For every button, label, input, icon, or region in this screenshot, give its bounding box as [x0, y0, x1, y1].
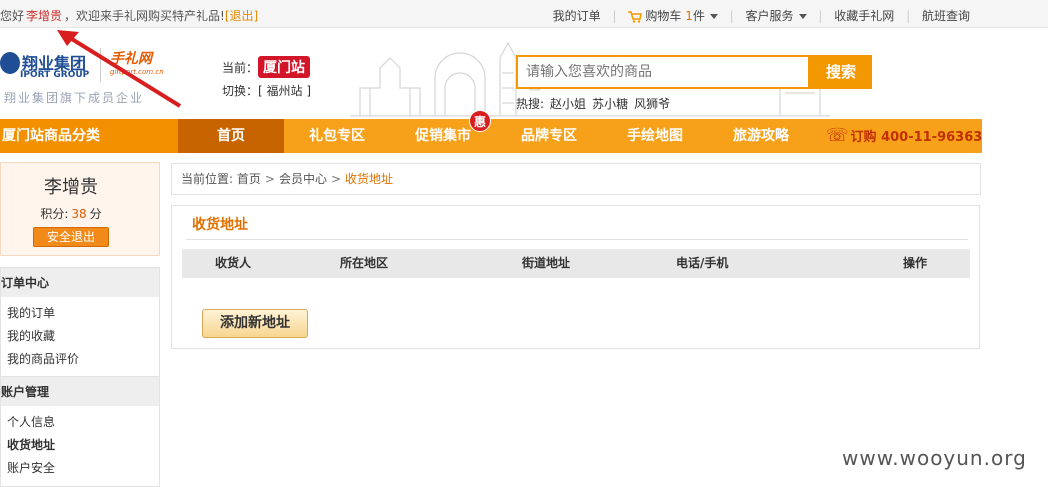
- sidebar-item-favorites[interactable]: 我的收藏: [1, 325, 159, 348]
- points-value: 38: [71, 207, 87, 221]
- station-badge: 厦门站: [258, 56, 311, 78]
- points-unit: 分: [89, 207, 102, 221]
- cart-icon: [628, 10, 643, 23]
- user-name: 李增贵: [44, 177, 98, 198]
- station-label: 当前：: [222, 61, 259, 75]
- breadcrumb-member[interactable]: 会员中心: [279, 172, 327, 186]
- address-panel: 收货地址 收货人 所在地区 街道地址 电话/手机 操作 添加新地址: [171, 205, 980, 349]
- top-bar: 您好 李增贵 ，欢迎来手礼网购买特产礼品![退出] 我的订单 | 购物车 1件 | …: [0, 0, 1048, 28]
- greeting-suffix: ，欢迎来手礼网购买特产礼品!: [64, 9, 225, 23]
- nav-brands[interactable]: 品牌专区: [496, 119, 602, 153]
- search-input[interactable]: [518, 57, 808, 87]
- cart-link[interactable]: 购物车 1件: [628, 9, 721, 23]
- my-orders-link[interactable]: 我的订单: [553, 9, 601, 23]
- chevron-down-icon: [798, 14, 807, 19]
- hotline-label: 订购: [850, 130, 877, 145]
- switch-close: ]: [306, 84, 312, 98]
- cart-label: 购物车: [645, 9, 682, 23]
- user-info-box: 李增贵 积分: 38 分 安全退出: [0, 162, 160, 256]
- separator: |: [906, 9, 911, 23]
- annotation-arrow-icon: [57, 30, 182, 108]
- hot-item[interactable]: 风狮爷: [634, 97, 670, 111]
- sidebar-item-reviews[interactable]: 我的商品评价: [1, 348, 159, 371]
- greeting-prefix: 您好: [0, 9, 25, 23]
- breadcrumb-prefix: 当前位置:: [181, 172, 234, 186]
- sidebar-item-address[interactable]: 收货地址: [1, 434, 159, 457]
- search-button[interactable]: 搜索: [810, 55, 872, 89]
- nav-travel[interactable]: 旅游攻略: [708, 119, 814, 153]
- cart-count: 1: [685, 9, 693, 23]
- watermark: www.wooyun.org: [842, 446, 1027, 470]
- phone-icon: ☏: [826, 125, 849, 146]
- order-hotline: ☏ 订购 400-11-96363: [826, 119, 982, 153]
- secure-logout-button[interactable]: 安全退出: [33, 227, 109, 247]
- column-header: 街道地址: [522, 256, 571, 270]
- hot-label: 热搜:: [516, 97, 545, 111]
- current-station: 当前： 厦门站: [222, 56, 311, 78]
- add-address-button[interactable]: 添加新地址: [202, 309, 308, 338]
- breadcrumb: 当前位置: 首页 > 会员中心 > 收货地址: [171, 163, 981, 195]
- top-links: 我的订单 | 购物车 1件 | 客户服务 | 收藏手礼网 | 航班查询: [553, 7, 970, 24]
- points-label: 积分:: [40, 207, 69, 221]
- flight-query-link[interactable]: 航班查询: [922, 9, 970, 23]
- hot-search: 热搜: 赵小姐 苏小糖 风狮爷: [516, 95, 670, 112]
- username-link[interactable]: 李增贵: [26, 9, 62, 23]
- sidebar-item-profile[interactable]: 个人信息: [1, 411, 159, 434]
- hot-item[interactable]: 苏小糖: [592, 97, 628, 111]
- column-header: 收货人: [215, 256, 252, 270]
- column-header: 操作: [903, 256, 928, 270]
- column-header: 所在地区: [340, 256, 389, 270]
- hui-badge: 惠: [469, 110, 491, 132]
- category-menu[interactable]: 厦门站商品分类: [0, 119, 178, 153]
- column-header: 电话/手机: [676, 256, 729, 270]
- switch-city-link[interactable]: 福州站: [267, 84, 303, 98]
- favorite-link[interactable]: 收藏手礼网: [834, 9, 894, 23]
- main-nav: 厦门站商品分类 首页 礼包专区 促销集市 惠 品牌专区 手绘地图 旅游攻略 ☏ 订…: [0, 110, 982, 153]
- logout-link[interactable]: [退出]: [225, 9, 258, 23]
- breadcrumb-current: 收货地址: [345, 172, 394, 186]
- sidebar-section-account: 账户管理: [1, 376, 159, 406]
- separator: |: [612, 9, 617, 23]
- separator: |: [818, 9, 823, 23]
- switch-label: 切换：[: [222, 84, 263, 98]
- nav-gift-packs[interactable]: 礼包专区: [284, 119, 390, 153]
- iport-logo-icon: [0, 52, 20, 74]
- address-table-header: 收货人 所在地区 街道地址 电话/手机 操作: [182, 249, 970, 278]
- hotline-number: 400-11-96363: [881, 130, 983, 145]
- customer-service-label: 客户服务: [745, 9, 794, 23]
- divider: [186, 239, 968, 240]
- sidebar-item-security[interactable]: 账户安全: [1, 457, 159, 480]
- nav-map[interactable]: 手绘地图: [602, 119, 708, 153]
- sidebar-item-my-orders[interactable]: 我的订单: [1, 302, 159, 325]
- separator: |: [729, 9, 734, 23]
- search-box: 搜索: [516, 55, 872, 89]
- customer-service-menu[interactable]: 客户服务: [746, 9, 807, 23]
- nav-home[interactable]: 首页: [178, 119, 284, 153]
- breadcrumb-home[interactable]: 首页: [237, 172, 261, 186]
- chevron-down-icon: [709, 14, 718, 19]
- hot-item[interactable]: 赵小姐: [550, 97, 586, 111]
- panel-title: 收货地址: [192, 217, 248, 233]
- user-points: 积分: 38 分: [1, 205, 141, 222]
- station-switch: 切换：[ 福州站 ]: [222, 82, 311, 99]
- member-sidebar: 订单中心 我的订单 我的收藏 我的商品评价 账户管理 个人信息 收货地址 账户安…: [0, 267, 160, 487]
- cart-unit: 件: [692, 9, 705, 23]
- greeting: 您好 李增贵 ，欢迎来手礼网购买特产礼品![退出]: [0, 7, 258, 24]
- sidebar-section-orders: 订单中心: [1, 267, 159, 297]
